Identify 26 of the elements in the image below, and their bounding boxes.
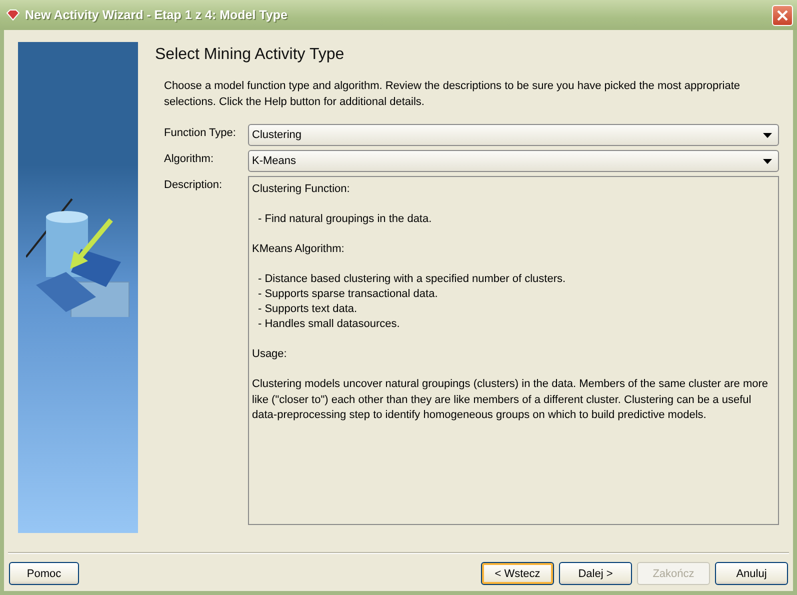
close-icon xyxy=(777,10,788,20)
description-heading: Clustering Function: xyxy=(252,182,351,197)
description-paragraph: Clustering models uncover natural groupings (clusters) in the data. Members of the same cluster are more like ("closer to") each other than they are like members of a different cluster. Clustering can be a useful data-preprocessing step to identify homogeneous groups on which to build predictive models. xyxy=(252,377,770,423)
gem-icon xyxy=(6,9,20,21)
field-label: Algorithm: xyxy=(164,152,215,167)
help-button[interactable]: Pomoc xyxy=(9,562,79,585)
window-title: New Activity Wizard - Etap 1 z 4: Model Type xyxy=(25,8,288,22)
dropdown[interactable]: Clustering xyxy=(248,124,779,146)
dropdown-arrow-icon xyxy=(763,158,772,164)
page-heading: Select Mining Activity Type xyxy=(155,46,346,64)
dropdown[interactable]: K-Means xyxy=(248,150,779,172)
instructions-text: Choose a model function type and algorithm. Review the descriptions to be sure you have picked the most appropriate selections. Click the Help button for additional details. xyxy=(164,79,741,110)
description-bullet: - Handles small datasources. xyxy=(257,317,401,332)
wizard-button[interactable]: < Wstecz xyxy=(481,562,554,585)
description-bullet: - Supports sparse transactional data. xyxy=(257,287,439,302)
field-label: Description: xyxy=(164,178,224,193)
wizard-button[interactable]: Dalej > xyxy=(559,562,632,585)
dropdown-arrow-icon xyxy=(763,132,772,138)
description-bullet: - Distance based clustering with a specified number of clusters. xyxy=(257,272,567,287)
close-button[interactable] xyxy=(772,4,793,26)
description-bullet: - Find natural groupings in the data. xyxy=(257,212,433,227)
description-heading: Usage: xyxy=(252,347,288,362)
description-heading: KMeans Algorithm: xyxy=(252,242,346,257)
wizard-button[interactable]: Anuluj xyxy=(715,562,788,585)
field-label: Function Type: xyxy=(164,126,237,141)
description-bullet: - Supports text data. xyxy=(257,302,358,317)
